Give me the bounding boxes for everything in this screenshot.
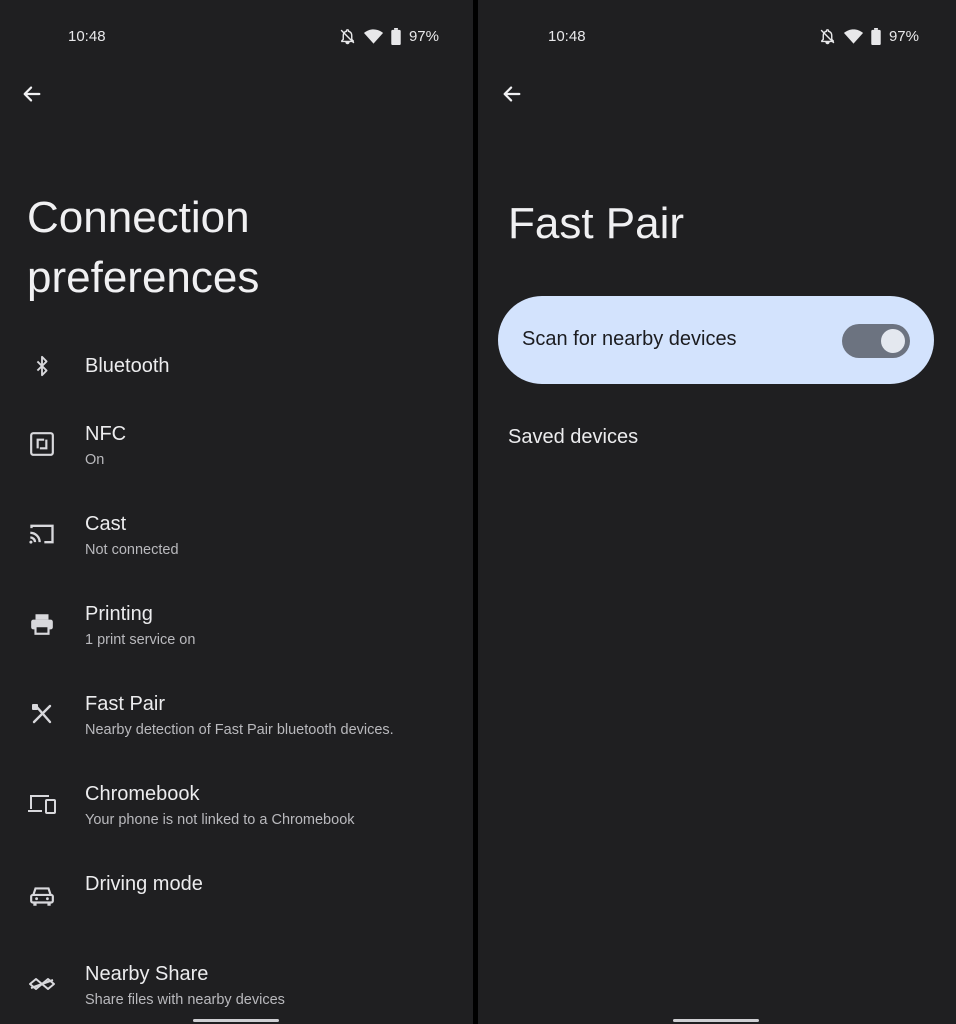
setting-fast-pair[interactable]: Fast Pair Nearby detection of Fast Pair … — [0, 680, 473, 770]
scan-nearby-devices-switch[interactable] — [842, 324, 910, 358]
arrow-back-icon — [23, 86, 41, 102]
setting-title: Fast Pair — [85, 693, 166, 715]
battery-icon — [871, 28, 881, 45]
nearby-share-icon — [26, 968, 58, 1000]
status-time: 10:48 — [68, 28, 106, 45]
setting-title: Bluetooth — [85, 355, 170, 377]
status-bar: 10:48 97% — [478, 0, 956, 72]
battery-percentage: 97% — [888, 28, 919, 45]
car-icon — [26, 880, 58, 912]
cast-icon — [26, 518, 58, 550]
connection-preferences-screen: 10:48 97% Connection preferences Bluetoo… — [0, 0, 473, 1024]
status-bar: 10:48 97% — [0, 0, 473, 72]
notifications-off-icon — [340, 29, 355, 45]
setting-title: Cast — [85, 513, 127, 535]
back-button[interactable] — [14, 78, 50, 110]
setting-nearby-share[interactable]: Nearby Share Share files with nearby dev… — [0, 950, 473, 1024]
arrow-back-icon — [503, 86, 521, 102]
setting-title: Printing — [85, 603, 153, 625]
setting-chromebook[interactable]: Chromebook Your phone is not linked to a… — [0, 770, 473, 860]
printer-icon — [26, 608, 58, 640]
status-time: 10:48 — [548, 28, 586, 45]
fast-pair-screen: 10:48 97% Fast Pair Scan for nearby devi… — [478, 0, 956, 1024]
switch-thumb — [881, 329, 905, 353]
scan-nearby-devices-label: Scan for nearby devices — [522, 328, 737, 350]
setting-subtitle: Not connected — [85, 542, 179, 558]
navigation-handle[interactable] — [193, 1019, 279, 1022]
setting-title: Driving mode — [85, 873, 203, 895]
navigation-handle[interactable] — [673, 1019, 759, 1022]
page-title: Connection preferences — [27, 193, 260, 302]
setting-title: Nearby Share — [85, 963, 209, 985]
setting-nfc[interactable]: NFC On — [0, 410, 473, 500]
setting-subtitle: 1 print service on — [85, 632, 196, 648]
wifi-icon — [363, 29, 383, 44]
setting-printing[interactable]: Printing 1 print service on — [0, 590, 473, 680]
status-icons: 97% — [339, 28, 439, 45]
bluetooth-icon — [26, 350, 58, 382]
setting-title: NFC — [85, 423, 127, 445]
wifi-icon — [843, 29, 863, 44]
setting-subtitle: Your phone is not linked to a Chromebook — [85, 812, 355, 828]
fast-pair-icon — [26, 698, 58, 730]
setting-subtitle: Nearby detection of Fast Pair bluetooth … — [85, 722, 394, 738]
status-icons: 97% — [819, 28, 919, 45]
setting-subtitle: On — [85, 452, 105, 468]
setting-title: Chromebook — [85, 783, 200, 805]
saved-devices-item[interactable]: Saved devices — [508, 426, 638, 449]
notifications-off-icon — [820, 29, 835, 45]
setting-bluetooth[interactable]: Bluetooth — [0, 320, 473, 410]
setting-cast[interactable]: Cast Not connected — [0, 500, 473, 590]
devices-icon — [26, 788, 58, 820]
battery-icon — [391, 28, 401, 45]
page-title: Fast Pair — [508, 199, 685, 248]
setting-subtitle: Share files with nearby devices — [85, 992, 285, 1008]
nfc-icon — [26, 428, 58, 460]
setting-driving-mode[interactable]: Driving mode — [0, 860, 473, 950]
scan-nearby-devices-row[interactable]: Scan for nearby devices — [498, 296, 934, 384]
battery-percentage: 97% — [408, 28, 439, 45]
back-button[interactable] — [494, 78, 530, 110]
